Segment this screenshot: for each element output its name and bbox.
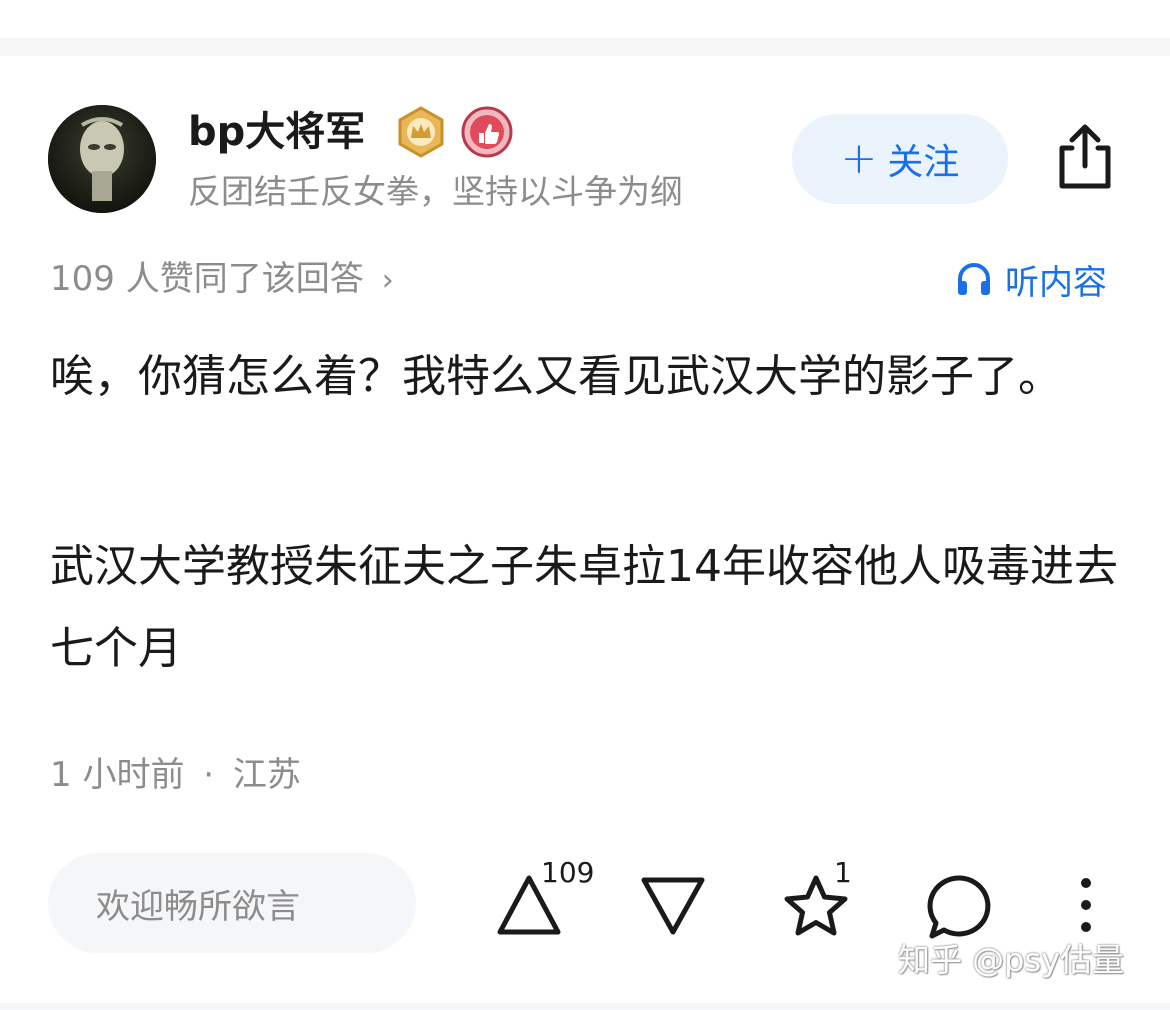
favorite-count: 1 bbox=[834, 856, 852, 889]
downvote-button[interactable] bbox=[638, 874, 708, 938]
likes-summary[interactable]: 109 人赞同了该回答 › bbox=[50, 256, 394, 304]
follow-button[interactable]: + 关注 bbox=[792, 114, 1008, 204]
comment-input[interactable]: 欢迎畅所欲言 bbox=[48, 853, 416, 953]
chevron-right-icon: › bbox=[381, 263, 394, 298]
avatar-image bbox=[48, 105, 156, 213]
comment-placeholder: 欢迎畅所欲言 bbox=[96, 886, 300, 927]
upvote-count: 109 bbox=[541, 856, 595, 889]
answer-paragraph: 武汉大学教授朱征夫之子朱卓拉14年收容他人吸毒进去七个月 bbox=[50, 541, 1118, 674]
more-button[interactable] bbox=[1074, 876, 1098, 934]
plus-icon: + bbox=[840, 133, 878, 184]
top-strip bbox=[0, 0, 1170, 38]
watermark: 知乎 @psy估量 bbox=[898, 941, 1125, 979]
answer-meta: 1 小时前 · 江苏 bbox=[50, 752, 301, 798]
listen-button[interactable]: 听内容 bbox=[955, 256, 1107, 303]
thumbs-up-badge-icon[interactable] bbox=[461, 106, 513, 158]
avatar[interactable] bbox=[48, 105, 156, 213]
section-divider bbox=[0, 38, 1170, 56]
crown-badge-icon[interactable] bbox=[395, 106, 447, 158]
comment-bubble-icon bbox=[927, 875, 991, 939]
author-name[interactable]: bp大将军 bbox=[188, 106, 365, 158]
post-location: 江苏 bbox=[232, 755, 301, 795]
meta-separator: · bbox=[203, 755, 215, 795]
bottom-divider bbox=[0, 1003, 1170, 1010]
follow-label: 关注 bbox=[887, 142, 960, 183]
downvote-triangle-icon bbox=[641, 877, 705, 935]
comment-button[interactable] bbox=[924, 872, 996, 942]
likes-summary-text: 109 人赞同了该回答 bbox=[50, 259, 364, 299]
answer-paragraph: 唉，你猜怎么着？我特么又看见武汉大学的影子了。 bbox=[50, 351, 1062, 402]
listen-label: 听内容 bbox=[1005, 262, 1107, 303]
share-icon[interactable] bbox=[1052, 120, 1118, 192]
headphones-icon bbox=[958, 263, 990, 295]
post-time: 1 小时前 bbox=[50, 755, 185, 795]
more-vertical-icon bbox=[1081, 878, 1091, 932]
author-bio: 反团结壬反女拳，坚持以斗争为纲 bbox=[188, 172, 683, 211]
